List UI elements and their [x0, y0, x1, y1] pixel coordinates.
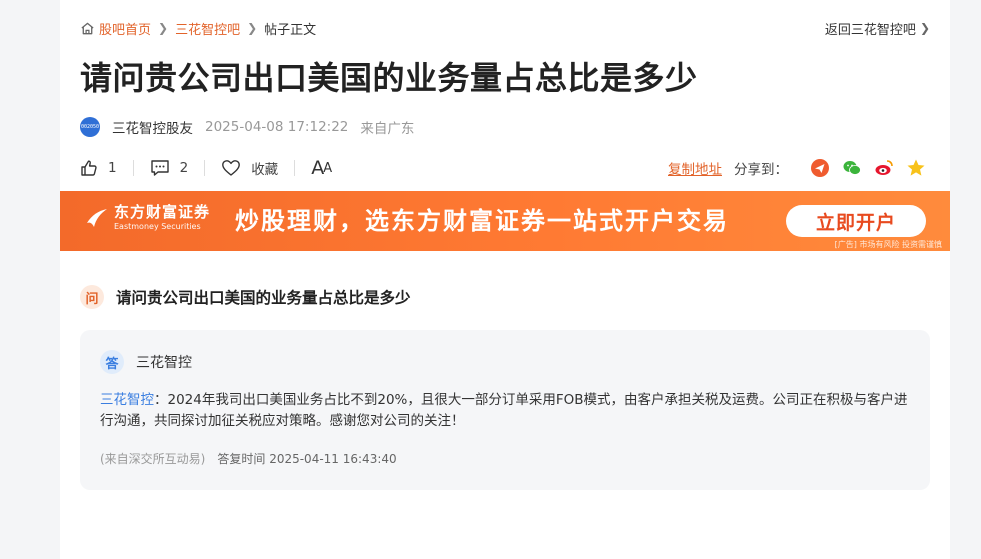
font-size-toggle[interactable]: AA: [311, 157, 332, 179]
answer-responder: 三花智控: [136, 355, 192, 371]
comment-button[interactable]: 2: [150, 159, 189, 177]
banner-slogan: 炒股理财，选东方财富证券一站式开户交易: [235, 207, 729, 235]
copy-link-button[interactable]: 复制地址: [668, 158, 722, 178]
question-text: 请问贵公司出口美国的业务量占总比是多少: [116, 289, 411, 307]
post-time: 2025-04-08 17:12:22: [205, 119, 349, 135]
avatar-label: 002050: [80, 124, 100, 130]
post-title: 请问贵公司出口美国的业务量占总比是多少: [80, 59, 698, 97]
chevron-right-icon: ❯: [919, 21, 930, 35]
breadcrumb: 股吧首页 ❯ 三花智控吧 ❯ 帖子正文: [80, 18, 316, 38]
question-block: 问 请问贵公司出口美国的业务量占总比是多少: [80, 285, 411, 309]
post-meta: 002050 三花智控股友 2025-04-08 17:12:22 来自广东: [80, 116, 414, 138]
answer-text: 三花智控：2024年我司出口美国业务占比不到20%，且很大一部分订单采用FOB模…: [100, 390, 912, 432]
favorite-button[interactable]: 收藏: [221, 158, 278, 178]
back-to-forum-link[interactable]: 返回三花智控吧 ❯: [825, 18, 930, 38]
breadcrumb-forum-link[interactable]: 三花智控吧: [175, 19, 240, 38]
open-account-button[interactable]: 立即开户: [786, 205, 926, 237]
author-name[interactable]: 三花智控股友: [112, 117, 193, 137]
answer-card: 答 三花智控 三花智控：2024年我司出口美国业务占比不到20%，且很大一部分订…: [80, 330, 930, 490]
back-to-forum-label: 返回三花智控吧: [824, 22, 916, 38]
like-count: 1: [108, 160, 117, 176]
breadcrumb-home-link[interactable]: 股吧首页: [99, 19, 151, 38]
answer-company-link[interactable]: 三花智控: [100, 392, 154, 408]
comment-icon: [150, 160, 169, 176]
brand-name-en: Eastmoney Securities: [114, 222, 201, 231]
divider: [294, 160, 296, 176]
divider: [204, 160, 206, 176]
answer-footer: (来自深交所互动易) 答复时间 2025-04-11 16:43:40: [100, 450, 397, 467]
share-bar: 复制地址 分享到：: [668, 156, 926, 180]
qzone-star-icon[interactable]: [906, 158, 926, 178]
chevron-right-icon: ❯: [247, 21, 258, 35]
heart-icon: [222, 160, 241, 176]
send-share-icon[interactable]: [810, 158, 830, 178]
answer-body: ：2024年我司出口美国业务占比不到20%，且很大一部分订单采用FOB模式，由客…: [100, 392, 908, 429]
avatar[interactable]: 002050: [80, 117, 100, 137]
weibo-icon[interactable]: [874, 158, 894, 178]
post-actions: 1 2 收藏 AA: [80, 156, 332, 180]
answer-reply-time: 答复时间 2025-04-11 16:43:40: [217, 452, 397, 466]
answer-icon: 答: [100, 350, 124, 374]
eastmoney-logo-icon: [87, 209, 107, 227]
comment-count: 2: [179, 160, 189, 176]
share-label: 分享到：: [734, 162, 788, 178]
font-size-large-icon: A: [311, 157, 324, 179]
answer-source: (来自深交所互动易): [100, 452, 206, 466]
ad-disclaimer: [广告] 市场有风险 投资需谨慎: [834, 240, 942, 249]
answer-header: 答 三花智控: [100, 350, 192, 374]
like-button[interactable]: 1: [80, 159, 117, 177]
divider: [132, 160, 134, 176]
brand-name: 东方财富证券: [114, 203, 211, 221]
home-icon: [81, 22, 94, 34]
favorite-label: 收藏: [251, 162, 279, 178]
wechat-icon[interactable]: [842, 158, 862, 178]
post-page: 股吧首页 ❯ 三花智控吧 ❯ 帖子正文 返回三花智控吧 ❯ 请问贵公司出口美国的…: [60, 0, 950, 559]
post-location: 来自广东: [360, 121, 415, 137]
breadcrumb-current: 帖子正文: [264, 22, 317, 38]
font-size-small-icon: A: [323, 160, 332, 176]
thumbs-up-icon: [81, 160, 97, 176]
question-icon: 问: [80, 285, 104, 309]
eastmoney-logo: 东方财富证券 Eastmoney Securities: [84, 203, 210, 233]
chevron-right-icon: ❯: [158, 21, 169, 35]
ad-banner[interactable]: 东方财富证券 Eastmoney Securities 炒股理财，选东方财富证券…: [60, 191, 950, 251]
